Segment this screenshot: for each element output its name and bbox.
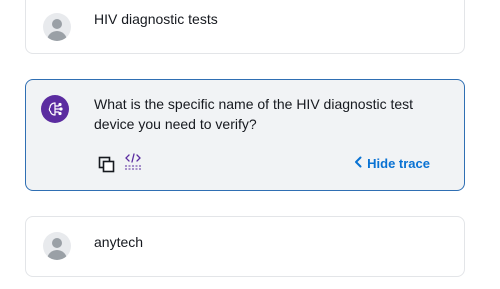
user-message-card: HIV diagnostic tests — [25, 0, 465, 54]
user-message-card: anytech — [25, 216, 465, 277]
hide-trace-label: Hide trace — [367, 156, 430, 171]
code-trace-icon[interactable] — [124, 152, 142, 172]
user-message-text: anytech — [94, 234, 144, 250]
assistant-message-card: What is the specific name of the HIV dia… — [25, 79, 465, 191]
hide-trace-button[interactable]: Hide trace — [353, 156, 430, 171]
copy-icon[interactable] — [98, 156, 116, 174]
assistant-message-text: What is the specific name of the HIV dia… — [94, 96, 414, 132]
chat-page: HIV diagnostic tests What is the specifi… — [0, 0, 500, 289]
ai-brain-avatar-icon — [41, 95, 69, 123]
user-message-text: HIV diagnostic tests — [94, 11, 218, 27]
user-avatar-icon — [43, 232, 71, 260]
user-avatar-icon — [43, 13, 71, 41]
chevron-left-icon — [353, 156, 363, 171]
